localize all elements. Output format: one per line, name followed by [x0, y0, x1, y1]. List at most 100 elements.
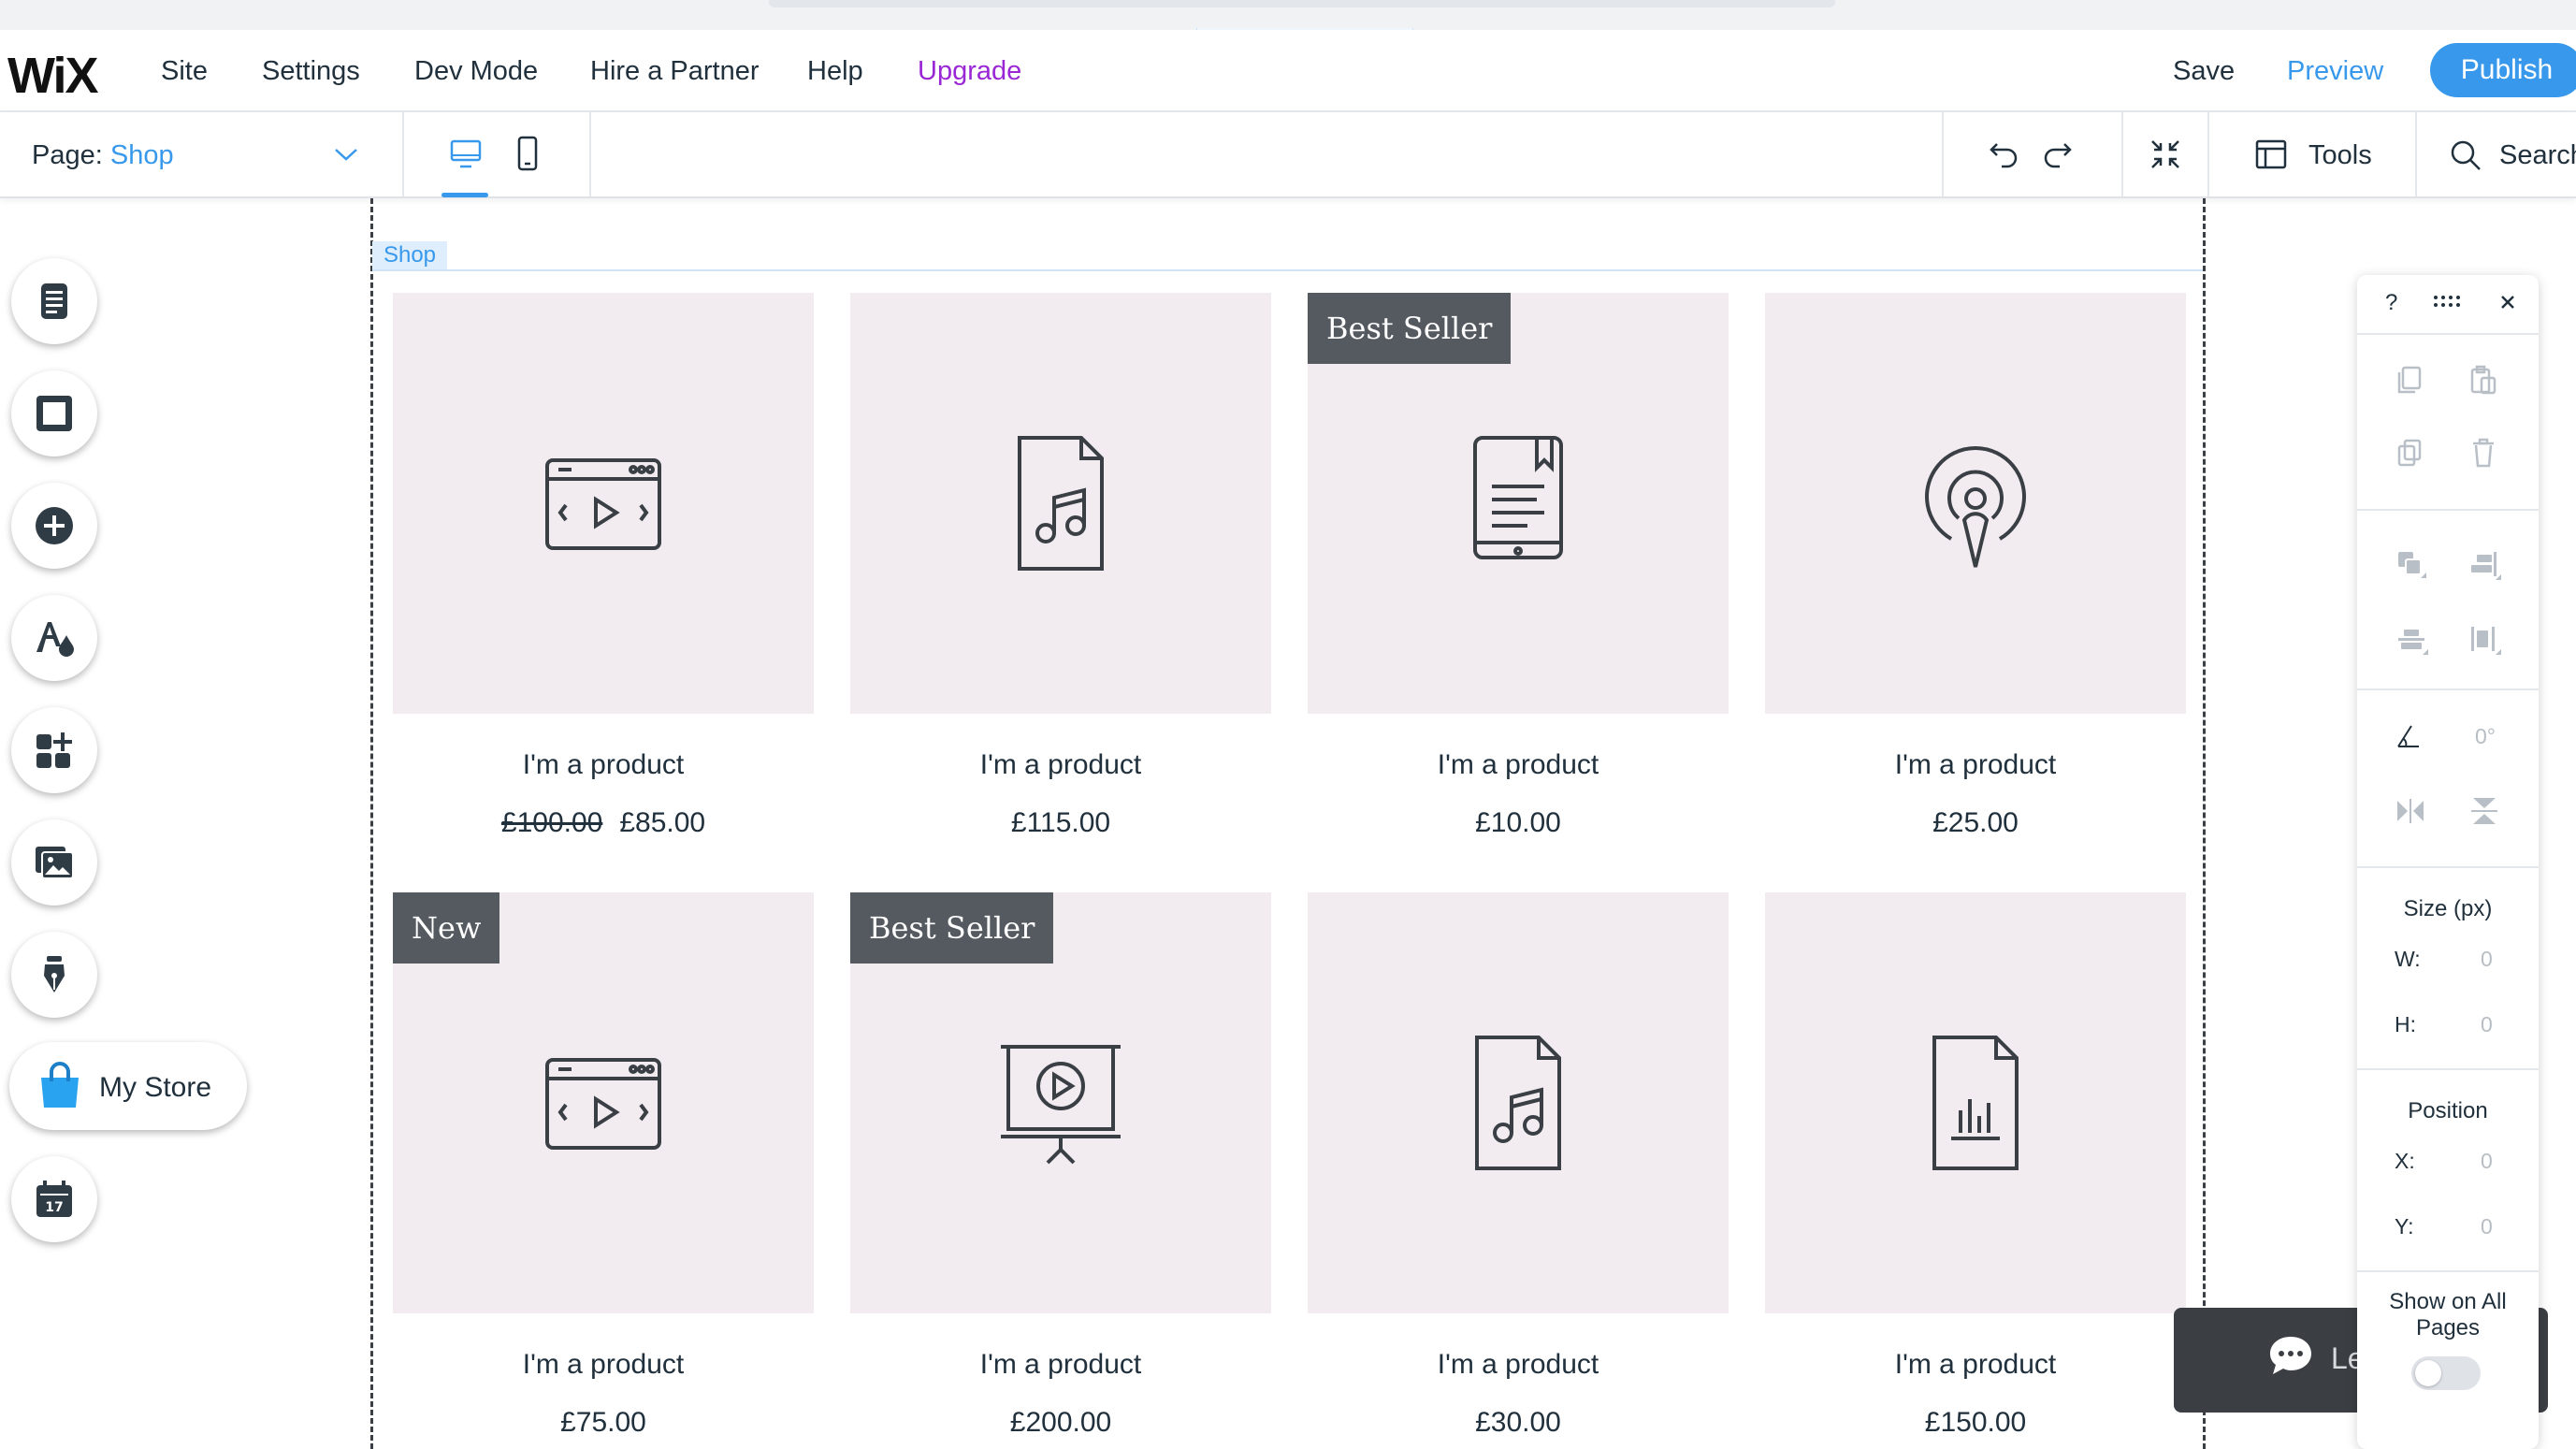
- product-image[interactable]: [1308, 892, 1729, 1313]
- pages-menu-button[interactable]: [11, 258, 97, 344]
- height-label: H:: [2395, 1012, 2416, 1036]
- y-input[interactable]: 0: [2481, 1214, 2493, 1239]
- chevron-down-icon[interactable]: [333, 146, 359, 163]
- product-price-row: £200.00: [850, 1407, 1271, 1439]
- product-image[interactable]: [393, 293, 814, 714]
- product-price: £30.00: [1475, 1407, 1561, 1438]
- undo-icon[interactable]: [1989, 138, 2020, 170]
- background-button[interactable]: [11, 370, 97, 456]
- my-store-label: My Store: [99, 1072, 212, 1103]
- rotate-icon: [2395, 722, 2423, 750]
- product-original-price: £100.00: [500, 807, 603, 838]
- product-price-row: £30.00: [1308, 1407, 1729, 1439]
- position-title: Position: [2408, 1098, 2488, 1123]
- canvas-left-guide: [370, 198, 373, 1449]
- product-name[interactable]: I'm a product: [393, 749, 814, 781]
- shopping-bag-icon: [41, 1062, 79, 1108]
- menu-upgrade[interactable]: Upgrade: [918, 56, 1021, 87]
- menu-settings[interactable]: Settings: [262, 56, 360, 87]
- size-title: Size (px): [2403, 896, 2493, 921]
- podcast-icon: [1765, 293, 2186, 714]
- product-name[interactable]: I'm a product: [1765, 749, 2186, 781]
- product-name[interactable]: I'm a product: [393, 1349, 814, 1381]
- add-icon: [36, 507, 73, 544]
- menu-dev-mode[interactable]: Dev Mode: [414, 56, 538, 87]
- save-button[interactable]: Save: [2173, 56, 2235, 87]
- product-image[interactable]: [850, 293, 1271, 714]
- product-card[interactable]: Best Seller I'm a product £200.00: [850, 892, 1271, 1439]
- zoom-out-icon[interactable]: [2149, 138, 2181, 170]
- width-input[interactable]: 0: [2481, 947, 2493, 972]
- add-elements-button[interactable]: [11, 483, 97, 569]
- product-card[interactable]: I'm a product £115.00: [850, 293, 1271, 839]
- product-name[interactable]: I'm a product: [850, 749, 1271, 781]
- product-price-row: £75.00: [393, 1407, 814, 1439]
- redo-icon[interactable]: [2041, 138, 2073, 170]
- section-tag[interactable]: Shop: [372, 241, 447, 269]
- mobile-view-icon[interactable]: [516, 135, 539, 172]
- close-icon[interactable]: [2499, 294, 2516, 311]
- media-button[interactable]: [11, 819, 97, 906]
- menu-help[interactable]: Help: [807, 56, 863, 87]
- menu-site[interactable]: Site: [161, 56, 208, 87]
- background-icon: [36, 396, 72, 431]
- product-image[interactable]: Best Seller: [1308, 293, 1729, 714]
- panel-help-button[interactable]: ?: [2385, 290, 2397, 316]
- paste-icon: [2469, 365, 2497, 395]
- rotation-value[interactable]: 0°: [2475, 724, 2496, 749]
- wix-logo[interactable]: WiX: [7, 47, 99, 105]
- preview-button[interactable]: Preview: [2287, 56, 2383, 87]
- menu-hire-a-partner[interactable]: Hire a Partner: [590, 56, 760, 87]
- apps-icon: [36, 732, 72, 768]
- tools-button[interactable]: Tools: [2308, 140, 2372, 171]
- product-image[interactable]: [1765, 892, 2186, 1313]
- drag-handle-icon[interactable]: [2432, 294, 2462, 309]
- align-icon: [2469, 550, 2501, 582]
- calendar-icon: 17: [36, 1181, 72, 1217]
- pages-icon: [41, 283, 67, 319]
- product-name[interactable]: I'm a product: [1308, 749, 1729, 781]
- product-card[interactable]: I'm a product £150.00: [1765, 892, 2186, 1439]
- product-price-row: £10.00: [1308, 807, 1729, 839]
- product-card[interactable]: I'm a product £30.00: [1308, 892, 1729, 1439]
- product-ribbon: Best Seller: [1308, 293, 1512, 364]
- product-name[interactable]: I'm a product: [1308, 1349, 1729, 1381]
- search-button[interactable]: Search: [2499, 140, 2576, 171]
- product-card[interactable]: Best Seller I'm a product £10.00: [1308, 293, 1729, 839]
- music-file-icon: [1308, 892, 1729, 1313]
- desktop-view-icon[interactable]: [449, 138, 483, 170]
- product-image[interactable]: Best Seller: [850, 892, 1271, 1313]
- search-icon[interactable]: [2449, 138, 2482, 172]
- product-name[interactable]: I'm a product: [850, 1349, 1271, 1381]
- blog-button[interactable]: [11, 932, 97, 1018]
- product-image[interactable]: [1765, 293, 2186, 714]
- product-image[interactable]: New: [393, 892, 814, 1313]
- layout-tools-panel: ? 0° Size (px) W: 0 H: 0 Position X: 0 Y…: [2357, 275, 2539, 1449]
- my-store-button[interactable]: My Store: [9, 1042, 247, 1130]
- copy-icon: [2396, 365, 2423, 395]
- music-file-icon: [850, 293, 1271, 714]
- show-on-all-pages-label: Show on All Pages: [2389, 1289, 2507, 1340]
- page-selector[interactable]: Page: Shop: [32, 140, 174, 171]
- product-card[interactable]: I'm a product £25.00: [1765, 293, 2186, 839]
- product-card[interactable]: New I'm a product £75.00: [393, 892, 814, 1439]
- product-card[interactable]: I'm a product £100.00 £85.00: [393, 293, 814, 839]
- page-current: Shop: [109, 140, 174, 170]
- duplicate-icon: [2396, 438, 2423, 468]
- show-on-all-pages-toggle[interactable]: [2411, 1356, 2481, 1390]
- product-price-row: £115.00: [850, 807, 1271, 839]
- design-button[interactable]: [11, 595, 97, 681]
- video-player-icon: [393, 293, 814, 714]
- product-price-row: £150.00: [1765, 1407, 2186, 1439]
- page-prefix: Page:: [32, 140, 103, 170]
- product-price: £10.00: [1475, 807, 1561, 838]
- y-label: Y:: [2395, 1214, 2414, 1239]
- add-apps-button[interactable]: [11, 707, 97, 793]
- tools-icon[interactable]: [2254, 138, 2288, 170]
- match-size-icon: [2469, 625, 2501, 657]
- x-input[interactable]: 0: [2481, 1149, 2493, 1174]
- publish-button[interactable]: Publish: [2430, 43, 2576, 97]
- height-input[interactable]: 0: [2481, 1012, 2493, 1037]
- product-name[interactable]: I'm a product: [1765, 1349, 2186, 1381]
- bookings-button[interactable]: 17: [11, 1156, 97, 1242]
